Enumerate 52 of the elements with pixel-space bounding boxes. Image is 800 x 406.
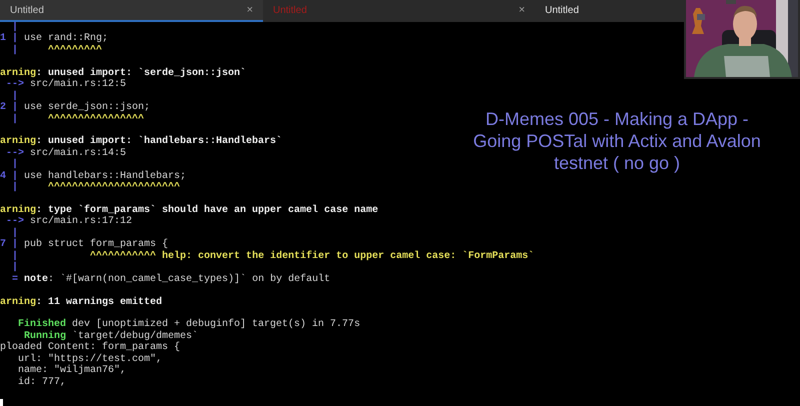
code-text: name: "wiljman76",: [17, 365, 126, 376]
warning-label: arning: [0, 205, 36, 216]
line-gutter: -->: [5, 216, 24, 228]
code-text: use rand::Rng;: [23, 33, 108, 44]
line-gutter: -->: [5, 79, 24, 90]
code-text: ploaded Content: form_params {: [0, 342, 180, 354]
warning-label: arning: [0, 136, 36, 148]
caret-marker: ^^^^^^^^^^^^^^^^: [47, 114, 144, 124]
line-gutter: |: [11, 22, 18, 33]
line-gutter: |: [11, 159, 18, 170]
warning-label: arning: [0, 68, 36, 79]
message-text: note: [23, 274, 48, 285]
line-gutter: 2 |: [0, 102, 18, 114]
line-gutter: |: [11, 228, 18, 239]
tab[interactable]: Untitled ×: [0, 0, 263, 22]
caret-marker: ^^^^^^^^^^^^^^^^^^^^^^: [47, 182, 180, 194]
video-title: D-Memes 005 - Making a DApp - Going POSTal with Actix and Avalon testnet ( no go ): [472, 108, 762, 174]
caret-marker: ^^^^^^^^^: [47, 44, 102, 56]
line-gutter: 4 |: [0, 170, 18, 182]
message-text: : unused import: `serde_json::json`: [36, 68, 246, 79]
code-text: pub struct form_params {: [23, 239, 168, 250]
line-gutter: |: [11, 44, 18, 56]
code-text: use serde_json::json;: [23, 102, 150, 114]
line-gutter: |: [11, 114, 18, 124]
status-label: Finished: [17, 319, 66, 330]
close-icon[interactable]: ×: [246, 4, 253, 16]
line-gutter: 7 |: [0, 239, 18, 250]
line-gutter: =: [11, 274, 18, 285]
line-gutter: 1 |: [0, 33, 18, 44]
line-gutter: |: [11, 250, 18, 262]
status-label: Running: [24, 330, 66, 342]
terminal-cursor: [0, 399, 3, 406]
code-text: url: "https://test.com",: [17, 354, 162, 365]
code-text: src/main.rs:14:5: [29, 148, 126, 159]
line-gutter: |: [11, 90, 18, 102]
code-text: `target/debug/dmemes`: [71, 330, 198, 342]
close-icon[interactable]: ×: [518, 4, 525, 16]
message-text: : unused import: `handlebars::Handlebars`: [36, 136, 282, 148]
code-text: dev [unoptimized + debuginfo] target(s) in 7.77s: [71, 319, 360, 330]
code-text: use handlebars::Handlebars;: [23, 170, 186, 182]
line-gutter: -->: [5, 148, 24, 159]
code-text: : `#[warn(non_camel_case_types)]` on by default: [48, 274, 330, 285]
line-gutter: |: [11, 182, 18, 194]
message-text: : type `form_params` should have an upper camel case name: [36, 205, 378, 216]
line-gutter: |: [11, 262, 18, 274]
warning-label: arning: [0, 296, 36, 308]
message-text: : 11 warnings emitted: [36, 296, 162, 308]
code-text: src/main.rs:17:12: [29, 216, 132, 228]
code-text: src/main.rs:12:5: [29, 79, 126, 90]
caret-marker: help: convert the identifier to upper camel case: `FormParams`: [161, 250, 534, 262]
code-text: id: 777,: [17, 376, 66, 388]
caret-marker: ^^^^^^^^^^^: [89, 250, 156, 262]
